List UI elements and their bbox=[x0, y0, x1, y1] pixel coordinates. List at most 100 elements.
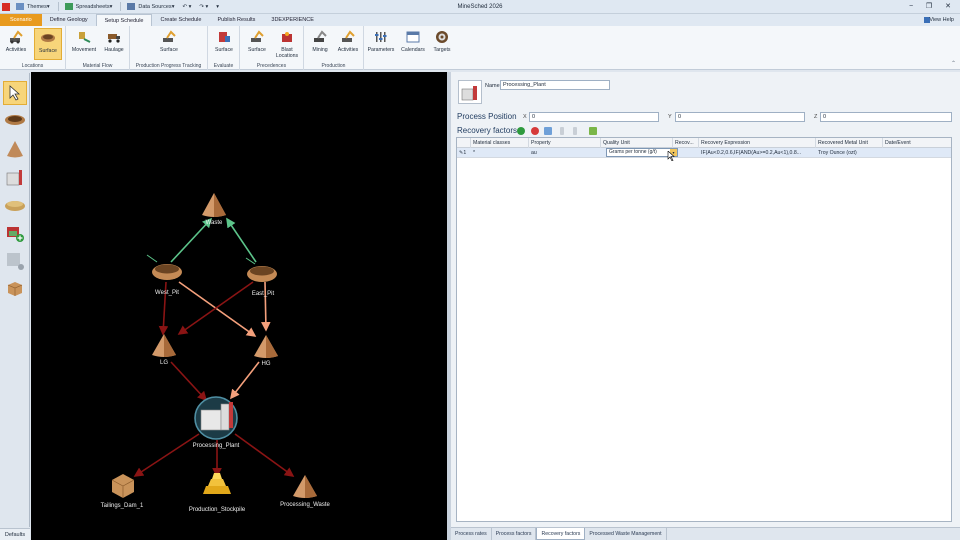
maximize-button[interactable]: ❐ bbox=[922, 1, 936, 12]
blast-locations-button[interactable]: Blast Locations bbox=[272, 28, 302, 60]
add-row-icon[interactable] bbox=[517, 127, 525, 135]
themes-menu[interactable]: Themes ▾ bbox=[16, 3, 50, 10]
node-label-lg: LG bbox=[159, 360, 169, 366]
ribbon-group-locations: Activities Surface Locations bbox=[0, 26, 66, 70]
process-position-heading: Process Position bbox=[457, 112, 517, 121]
arrow-westpit-hg[interactable] bbox=[178, 281, 257, 337]
col-header-recovery-expression[interactable]: Recovery Expression bbox=[699, 138, 816, 148]
production-activities-button[interactable]: Activities bbox=[334, 28, 362, 60]
col-header-recovered-metal-unit[interactable]: Recovered Metal Unit bbox=[816, 138, 883, 148]
table-row[interactable]: ✎1 * au Grams per tonne (g/t) ▾ IF(Au<0.… bbox=[457, 148, 951, 158]
copy-row-icon[interactable] bbox=[544, 127, 552, 135]
material-flow-canvas[interactable]: Waste West_Pit East_Pit LG HG Processing… bbox=[31, 72, 447, 540]
arrow-plant-waste[interactable] bbox=[234, 433, 295, 477]
tab-processed-waste-management[interactable]: Processed Waste Management bbox=[585, 528, 667, 540]
stockpile-tool[interactable] bbox=[3, 137, 27, 161]
redo-button[interactable]: ↷ ▾ bbox=[199, 4, 208, 10]
x-input[interactable]: 0 bbox=[529, 112, 659, 122]
evaluate-surface-button[interactable]: Surface bbox=[210, 28, 238, 60]
activities-button[interactable]: Activities bbox=[3, 28, 29, 60]
collapse-ribbon-button[interactable]: ⌃ bbox=[951, 60, 956, 67]
tab-setup-schedule[interactable]: Setup Schedule bbox=[95, 14, 153, 26]
calendar-icon bbox=[406, 31, 420, 43]
precedence-surface-icon bbox=[251, 30, 264, 42]
col-header-recovery[interactable]: Recov... bbox=[673, 138, 699, 148]
ribbon: Activities Surface Locations Movement Ha… bbox=[0, 26, 960, 70]
col-header-date-event[interactable]: Date/Event bbox=[883, 138, 951, 148]
tab-process-rates[interactable]: Process rates bbox=[451, 528, 492, 540]
arrow-eastpit-waste[interactable] bbox=[226, 217, 257, 263]
filter-icon[interactable] bbox=[589, 127, 597, 135]
arrow-plant-tailings[interactable] bbox=[133, 433, 200, 477]
node-east-pit[interactable] bbox=[245, 257, 277, 282]
arrow-lg-plant[interactable] bbox=[170, 361, 208, 402]
locations-surface-button[interactable]: Surface bbox=[34, 28, 62, 60]
tab-publish-results[interactable]: Publish Results bbox=[209, 14, 263, 26]
move-down-icon[interactable] bbox=[573, 127, 577, 135]
tab-create-schedule[interactable]: Create Schedule bbox=[152, 14, 209, 26]
name-input[interactable]: Processing_Plant bbox=[500, 80, 610, 90]
node-processing-waste[interactable] bbox=[293, 475, 317, 498]
delete-row-icon[interactable] bbox=[531, 127, 539, 135]
z-input[interactable]: 0 bbox=[820, 112, 952, 122]
node-tailings-dam[interactable] bbox=[111, 474, 135, 498]
movement-button[interactable]: Movement bbox=[70, 28, 98, 60]
tab-process-factors[interactable]: Process factors bbox=[492, 528, 537, 540]
move-up-icon[interactable] bbox=[560, 127, 564, 135]
calendars-button[interactable]: Calendars bbox=[398, 28, 428, 60]
col-header-property[interactable]: Property bbox=[529, 138, 601, 148]
precedences-surface-button[interactable]: Surface bbox=[243, 28, 271, 60]
close-button[interactable]: ✕ bbox=[941, 1, 955, 12]
haulage-button[interactable]: Haulage bbox=[100, 28, 128, 60]
disabled-tool[interactable] bbox=[3, 249, 27, 273]
cell-date-event[interactable] bbox=[883, 148, 951, 158]
customize-quick-access[interactable]: ▾ bbox=[216, 4, 219, 10]
undo-button[interactable]: ↶ ▾ bbox=[182, 4, 191, 10]
progress-surface-button[interactable]: Surface bbox=[155, 28, 183, 60]
node-lg[interactable] bbox=[152, 334, 176, 357]
tab-scenario[interactable]: Scenario bbox=[0, 14, 42, 26]
col-header-quality-unit[interactable]: Quality Unit bbox=[601, 138, 673, 148]
add-destination-tool[interactable] bbox=[3, 221, 27, 245]
tab-recovery-factors[interactable]: Recovery factors bbox=[536, 528, 586, 540]
arrow-eastpit-hg[interactable] bbox=[261, 281, 271, 332]
dump-tool[interactable] bbox=[3, 193, 27, 217]
x-label: X bbox=[523, 114, 527, 120]
spreadsheets-menu[interactable]: Spreadsheets ▾ bbox=[64, 3, 112, 10]
minimize-button[interactable]: − bbox=[904, 1, 918, 12]
parameters-button[interactable]: Parameters bbox=[366, 28, 396, 60]
node-label-processing-waste: Processing_Waste bbox=[280, 502, 330, 508]
pit-tool[interactable] bbox=[3, 109, 27, 133]
cell-property[interactable]: au bbox=[529, 148, 601, 158]
block-tool[interactable] bbox=[3, 277, 27, 301]
themes-icon bbox=[16, 3, 24, 10]
view-help-link[interactable]: View Help bbox=[929, 17, 954, 23]
node-west-pit[interactable] bbox=[146, 254, 182, 280]
tab-define-geology[interactable]: Define Geology bbox=[42, 14, 96, 26]
arrow-hg-plant[interactable] bbox=[230, 361, 260, 400]
col-header-material-classes[interactable]: Material classes bbox=[471, 138, 529, 148]
plant-tool[interactable] bbox=[3, 165, 27, 189]
cell-material-classes[interactable]: * bbox=[471, 148, 529, 158]
y-input[interactable]: 0 bbox=[675, 112, 805, 122]
cell-recovered-metal-unit[interactable]: Troy Ounce (ozt) bbox=[816, 148, 883, 158]
tab-3dexperience[interactable]: 3DEXPERIENCE bbox=[263, 14, 322, 26]
blast-icon bbox=[282, 32, 292, 42]
app-window: Themes ▾ Spreadsheets ▾ Data Sources ▾ ↶… bbox=[0, 0, 960, 540]
title-bar: Themes ▾ Spreadsheets ▾ Data Sources ▾ ↶… bbox=[0, 0, 960, 14]
y-label: Y bbox=[668, 114, 672, 120]
ribbon-group-production-progress-tracking: Surface Production Progress Tracking bbox=[130, 26, 208, 70]
app-logo-icon[interactable] bbox=[2, 2, 10, 11]
undo-icon: ↶ ▾ bbox=[182, 3, 192, 10]
defaults-tab[interactable]: Defaults bbox=[0, 528, 30, 540]
node-production-stockpile[interactable] bbox=[203, 473, 231, 494]
targets-button[interactable]: Targets bbox=[428, 28, 456, 60]
node-processing-plant[interactable] bbox=[194, 396, 238, 440]
data-sources-menu[interactable]: Data Sources ▾ bbox=[127, 3, 174, 10]
cell-recovery-expression[interactable]: IF(Au<0.2,0.6,IF(AND(Au>=0.2,Au<1),0.8..… bbox=[699, 148, 816, 158]
select-tool[interactable] bbox=[3, 81, 27, 105]
node-waste[interactable] bbox=[202, 193, 226, 217]
cell-recovery[interactable] bbox=[673, 148, 699, 158]
node-hg[interactable] bbox=[254, 335, 278, 358]
mining-button[interactable]: Mining bbox=[306, 28, 334, 60]
